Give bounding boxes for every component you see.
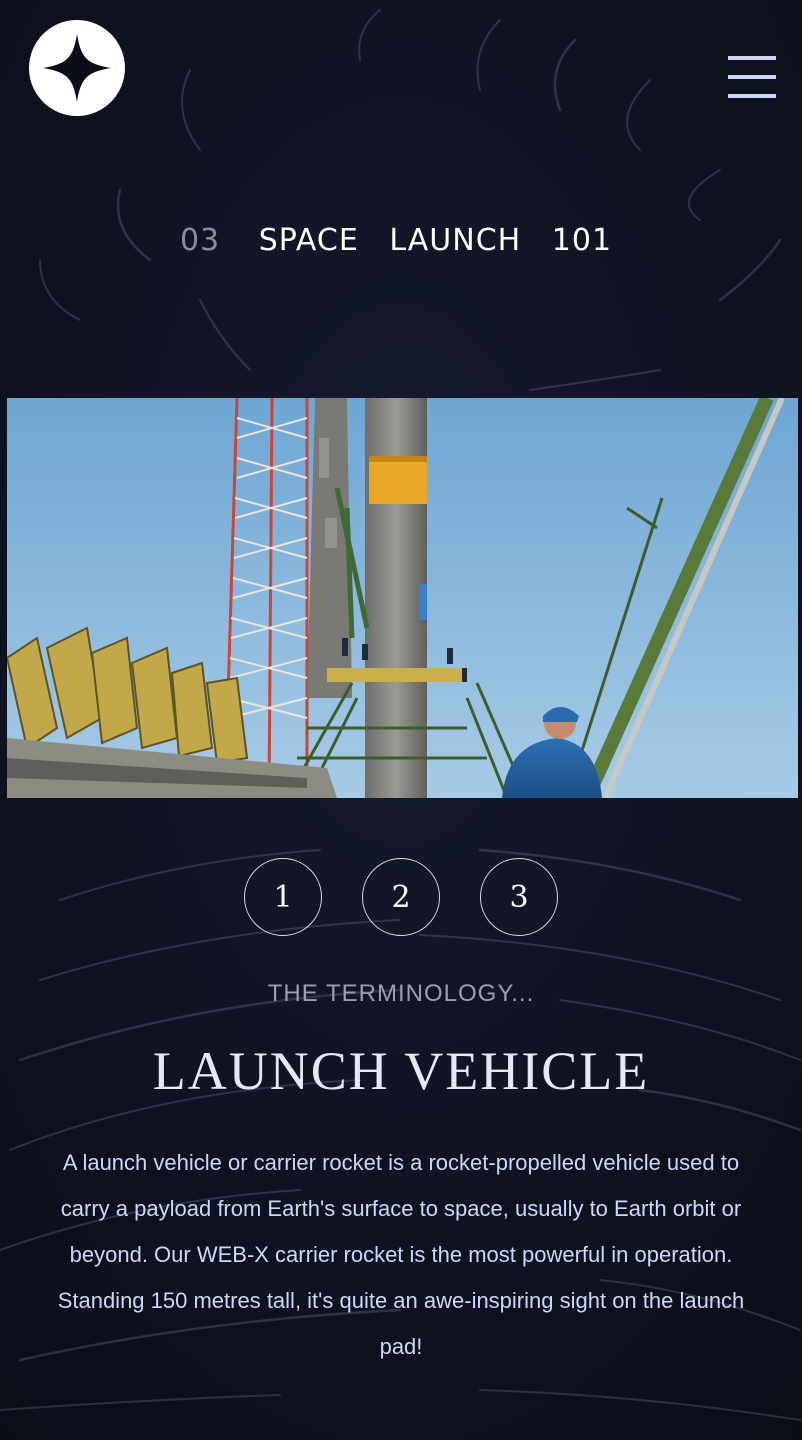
rocket-on-launch-pad-photo	[7, 398, 798, 798]
page-title-word: 101	[551, 223, 613, 258]
step-3-button[interactable]: 3	[480, 858, 558, 936]
hamburger-menu-icon[interactable]	[728, 56, 776, 100]
page-number: 03	[179, 223, 221, 258]
terminology-eyebrow: THE TERMINOLOGY...	[267, 980, 535, 1007]
page-title-word: LAUNCH	[389, 223, 522, 258]
page-heading: 03 SPACE LAUNCH 101	[0, 222, 802, 260]
step-2-button[interactable]: 2	[362, 858, 440, 936]
four-point-star-icon	[29, 20, 125, 116]
menu-bar	[728, 75, 776, 79]
step-pagination: 1 2 3	[0, 858, 802, 936]
logo[interactable]	[29, 20, 125, 116]
step-1-button[interactable]: 1	[244, 858, 322, 936]
menu-bar	[728, 94, 776, 98]
menu-bar	[728, 56, 776, 60]
launch-vehicle-image	[7, 398, 798, 798]
page-title-word: SPACE	[258, 223, 359, 258]
term-title: LAUNCH VEHICLE	[152, 1041, 650, 1101]
term-description: A launch vehicle or carrier rocket is a …	[57, 1150, 745, 1359]
